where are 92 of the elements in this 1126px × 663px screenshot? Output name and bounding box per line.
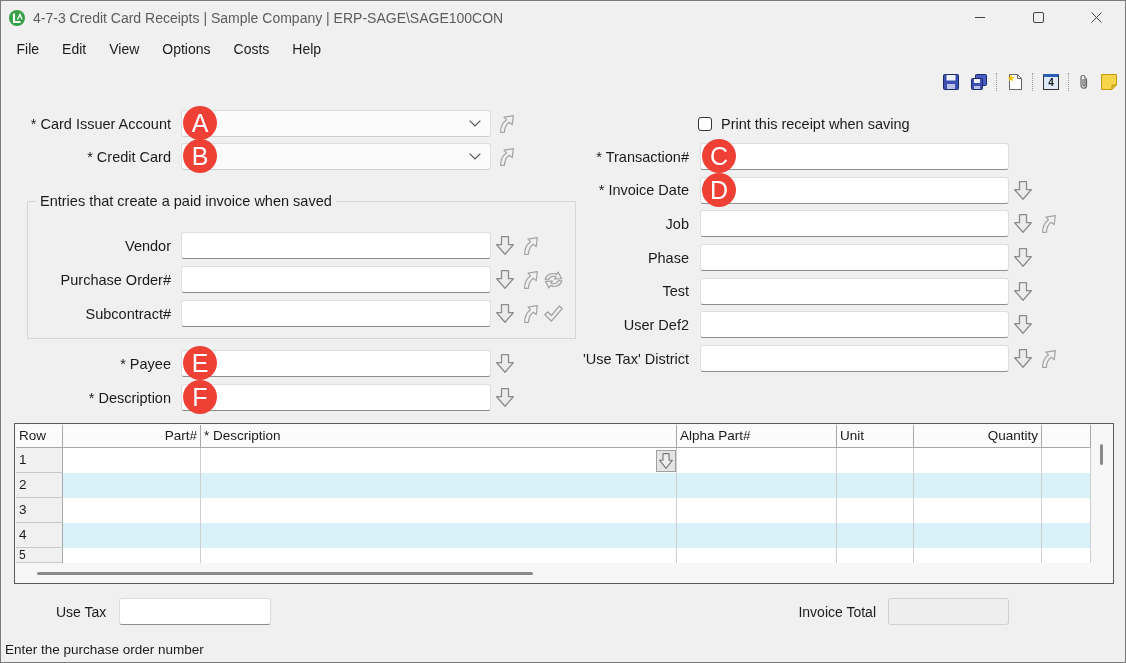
field-label: Test <box>661 283 689 300</box>
field-label: * Description <box>87 389 171 406</box>
annotation-marker: C <box>702 139 736 173</box>
field-label: Job <box>664 215 689 232</box>
down-arrow-icon[interactable] <box>496 304 514 323</box>
grid-row[interactable]: 3 <box>16 498 1091 523</box>
row-number: 4 <box>16 523 63 548</box>
grid-row[interactable]: 2 <box>16 473 1091 498</box>
annotation-marker: A <box>183 106 217 140</box>
field-label: * Transaction# <box>595 148 689 165</box>
field-label: * Invoice Date <box>597 182 689 199</box>
down-arrow-icon[interactable] <box>496 354 514 373</box>
text-field[interactable] <box>181 300 491 327</box>
annotation-marker: D <box>702 172 736 207</box>
menu-item[interactable]: Help <box>280 39 333 59</box>
window-title: 4-7-3 Credit Card Receipts | Sample Company | ERP-SAGE\SAGE100CON <box>33 9 504 26</box>
group-title: Entries that create a paid invoice when saved <box>39 193 333 209</box>
text-field[interactable] <box>700 311 1009 339</box>
chevron-down-icon[interactable] <box>469 120 481 127</box>
down-arrow-icon[interactable] <box>496 388 514 407</box>
text-field[interactable] <box>181 384 491 411</box>
text-field[interactable] <box>700 210 1009 238</box>
column-header: Alpha Part# <box>677 425 837 448</box>
save-icon[interactable] <box>943 74 959 90</box>
column-header: * Description <box>201 425 677 448</box>
menu-item[interactable]: File <box>5 39 51 59</box>
maximize-icon[interactable] <box>1032 12 1044 23</box>
annotation-marker: B <box>183 139 217 173</box>
text-field[interactable] <box>700 244 1009 272</box>
status-bar-text: Enter the purchase order number <box>4 641 205 659</box>
menu-item[interactable]: Options <box>150 39 223 59</box>
annotation-marker: F <box>183 380 217 414</box>
field-label: User Def2 <box>622 316 689 333</box>
column-header: Part# <box>63 425 201 448</box>
grid-row[interactable]: 4 <box>16 523 1091 548</box>
menu-item[interactable]: Edit <box>50 39 98 59</box>
down-arrow-icon <box>659 452 673 469</box>
lookup-button[interactable] <box>656 449 676 472</box>
row-number: 3 <box>16 498 63 523</box>
down-arrow-icon[interactable] <box>496 236 514 255</box>
text-field[interactable] <box>700 143 1009 170</box>
down-arrow-icon[interactable] <box>1014 214 1032 234</box>
row-number: 2 <box>16 473 63 498</box>
column-header: Quantity <box>914 425 1042 448</box>
horizontal-scrollbar[interactable] <box>37 572 533 575</box>
dropdown-field[interactable] <box>181 143 491 170</box>
checkbox[interactable] <box>698 116 712 131</box>
new-document-icon[interactable] <box>1007 74 1023 90</box>
field-label: Purchase Order# <box>59 271 171 288</box>
close-icon[interactable] <box>1090 12 1102 23</box>
text-field[interactable] <box>181 350 491 377</box>
field-label: Phase <box>646 249 689 266</box>
menu-item[interactable]: Costs <box>222 39 281 59</box>
checkbox-label: Print this receipt when saving <box>721 115 910 132</box>
down-arrow-icon[interactable] <box>1014 248 1032 268</box>
column-header: Row <box>16 425 63 448</box>
field-label: Vendor <box>124 237 171 254</box>
text-field[interactable] <box>700 176 1009 204</box>
refresh-icon[interactable] <box>544 270 563 289</box>
text-field[interactable] <box>700 345 1009 373</box>
menu-item[interactable]: View <box>97 39 151 59</box>
field-label: Use Tax <box>56 603 107 620</box>
column-header: Unit <box>837 425 914 448</box>
down-arrow-icon[interactable] <box>1014 180 1032 200</box>
down-arrow-icon[interactable] <box>1014 315 1032 335</box>
field-label: * Card Issuer Account <box>29 115 171 132</box>
row-number: 5 <box>16 548 63 563</box>
field-label: * Credit Card <box>86 148 171 165</box>
down-arrow-icon[interactable] <box>496 270 514 289</box>
paperclip-icon[interactable] <box>1079 74 1089 90</box>
text-field[interactable] <box>181 266 491 293</box>
app-logo-icon <box>9 9 25 26</box>
dropdown-field[interactable] <box>181 110 491 137</box>
sticky-note-icon[interactable] <box>1101 74 1117 90</box>
field-label: Invoice Total <box>798 603 876 620</box>
grid-row[interactable]: 1 <box>16 448 1091 473</box>
field-label: Subcontract# <box>84 305 171 322</box>
row-number: 1 <box>16 448 63 473</box>
vertical-scrollbar[interactable] <box>1100 444 1103 465</box>
down-arrow-icon[interactable] <box>1014 281 1032 301</box>
annotation-marker: E <box>183 346 217 380</box>
checkmark-icon[interactable] <box>544 305 563 322</box>
field-label: * Payee <box>119 355 171 372</box>
chevron-down-icon[interactable] <box>469 153 481 160</box>
grid-row[interactable]: 5 <box>16 548 1091 563</box>
down-arrow-icon[interactable] <box>1014 349 1032 369</box>
save-all-icon[interactable] <box>971 74 987 90</box>
field-label: 'Use Tax' District <box>582 350 689 367</box>
text-field[interactable] <box>700 277 1009 305</box>
calendar-button[interactable]: 4 <box>1043 74 1059 90</box>
text-field[interactable] <box>119 598 272 625</box>
text-field[interactable] <box>181 232 491 259</box>
